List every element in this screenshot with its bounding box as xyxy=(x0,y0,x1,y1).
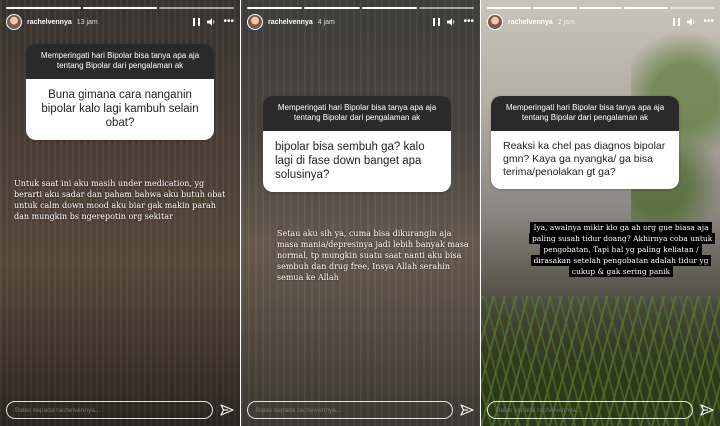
story-header: rachelvennya 2 jam ••• xyxy=(487,13,714,31)
question-sticker-header: Memperingati hari Bipolar bisa tanya apa… xyxy=(263,96,451,131)
username[interactable]: rachelvennya xyxy=(27,19,72,26)
more-icon[interactable]: ••• xyxy=(223,17,234,27)
story-panel-2[interactable]: rachelvennya 4 jam ••• Memperingati hari… xyxy=(240,0,480,426)
story-panel-3[interactable]: rachelvennya 2 jam ••• Memperingati hari… xyxy=(480,0,720,426)
speaker-icon[interactable] xyxy=(207,18,216,26)
reply-input[interactable] xyxy=(487,401,693,419)
username[interactable]: rachelvennya xyxy=(268,19,313,26)
speaker-icon[interactable] xyxy=(687,18,696,26)
story-progress-bar xyxy=(487,7,714,9)
story-progress-bar xyxy=(6,7,235,9)
question-text: bipolar bisa sembuh ga? kalo lagi di fas… xyxy=(263,131,451,192)
question-text: Reaksi ka chel pas diagnos bipolar gmn? … xyxy=(491,131,679,189)
send-icon[interactable] xyxy=(220,403,234,417)
story-time: 4 jam xyxy=(317,18,335,26)
answer-text: Untuk saat ini aku masih under medicatio… xyxy=(14,179,226,221)
question-sticker-header: Memperingati hari Bipolar bisa tanya apa… xyxy=(491,96,679,131)
avatar[interactable] xyxy=(487,14,503,30)
pause-icon[interactable] xyxy=(673,18,681,26)
question-card: Memperingati hari Bipolar bisa tanya apa… xyxy=(263,96,451,192)
pause-icon[interactable] xyxy=(433,18,441,26)
more-icon[interactable]: ••• xyxy=(463,17,474,27)
answer-text: Setau aku sih ya, cuma bisa dikurangin a… xyxy=(277,229,469,282)
story-progress-bar xyxy=(247,7,474,9)
username[interactable]: rachelvennya xyxy=(508,19,553,26)
send-icon[interactable] xyxy=(700,403,714,417)
story-panel-1[interactable]: rachelvennya 13 jam ••• Memperingati har… xyxy=(0,0,240,426)
stories-row: rachelvennya 13 jam ••• Memperingati har… xyxy=(0,0,720,426)
pause-icon[interactable] xyxy=(193,18,201,26)
story-footer xyxy=(487,400,714,420)
question-card: Memperingati hari Bipolar bisa tanya apa… xyxy=(26,44,214,140)
question-card: Memperingati hari Bipolar bisa tanya apa… xyxy=(491,96,679,189)
question-text: Buna gimana cara nanganin bipolar kalo l… xyxy=(26,79,214,140)
story-footer xyxy=(247,400,474,420)
send-icon[interactable] xyxy=(460,403,474,417)
story-header: rachelvennya 13 jam ••• xyxy=(6,13,234,31)
more-icon[interactable]: ••• xyxy=(703,17,714,27)
story-footer xyxy=(6,400,234,420)
avatar[interactable] xyxy=(247,14,263,30)
speaker-icon[interactable] xyxy=(447,18,456,26)
story-time: 13 jam xyxy=(76,18,98,26)
reply-input[interactable] xyxy=(6,401,213,419)
answer-text-block: Iya, awalnya mikir klo ga ah org gue bia… xyxy=(529,222,716,277)
story-header: rachelvennya 4 jam ••• xyxy=(247,13,474,31)
question-sticker-header: Memperingati hari Bipolar bisa tanya apa… xyxy=(26,44,214,79)
answer-text: Iya, awalnya mikir klo ga ah org gue bia… xyxy=(529,222,716,277)
story-time: 2 jam xyxy=(557,18,575,26)
reply-input[interactable] xyxy=(247,401,453,419)
avatar[interactable] xyxy=(6,14,22,30)
